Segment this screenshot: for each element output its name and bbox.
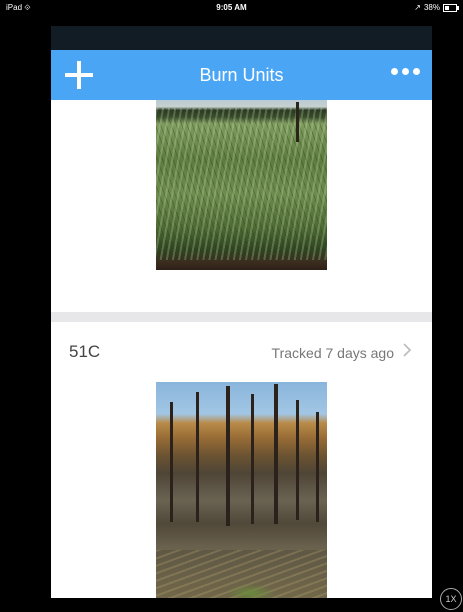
page-title: Burn Units	[199, 65, 284, 85]
unit-photo-grass[interactable]	[156, 100, 327, 270]
status-right: ↗ 38%	[414, 0, 459, 16]
status-bar: iPad ⟐ 9:05 AM ↗ 38%	[0, 0, 463, 16]
unit-photo-burned-forest[interactable]	[156, 382, 327, 598]
list-separator	[51, 312, 432, 322]
unit-row-51c[interactable]: 51C Tracked 7 days ago	[51, 322, 432, 380]
more-dots-icon[interactable]	[391, 68, 420, 75]
battery-icon	[443, 4, 459, 12]
tracked-label: Tracked 7 days ago	[271, 345, 394, 361]
units-list: 51C Tracked 7 days ago	[51, 100, 432, 598]
zoom-button[interactable]: 1X	[440, 588, 462, 610]
chevron-right-icon[interactable]	[402, 342, 412, 358]
top-strip	[51, 26, 432, 50]
battery-percent: 38%	[423, 3, 440, 12]
location-icon: ↗	[414, 3, 421, 12]
nav-bar: Burn Units	[51, 50, 432, 100]
unit-name: 51C	[69, 342, 101, 361]
app-window: Burn Units 51C Tracked 7 days ago	[51, 26, 432, 598]
status-time: 9:05 AM	[216, 3, 247, 12]
